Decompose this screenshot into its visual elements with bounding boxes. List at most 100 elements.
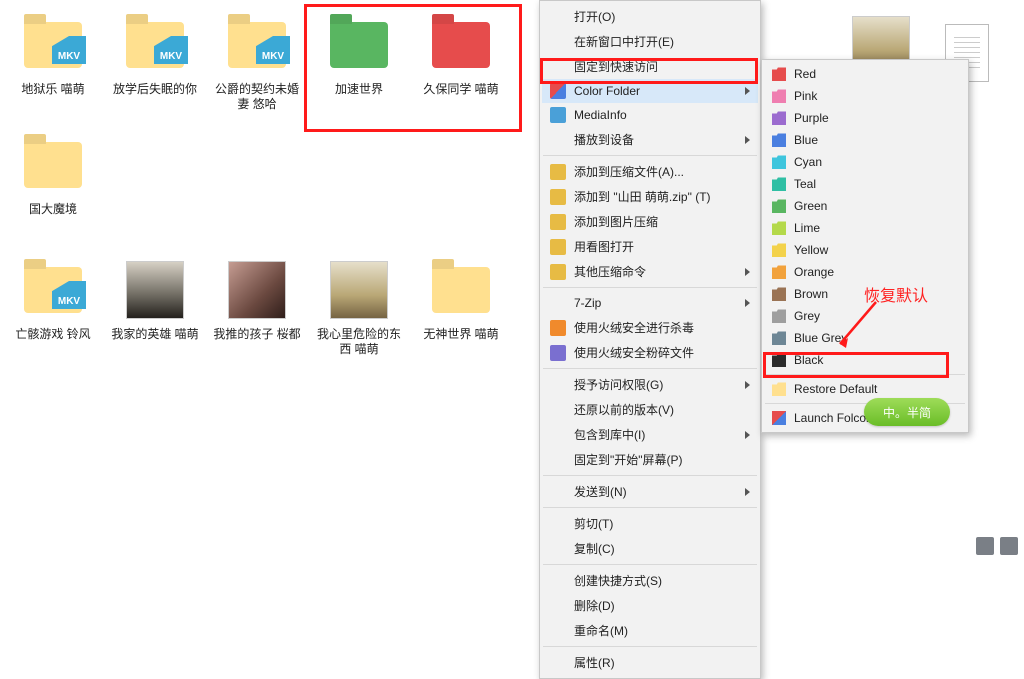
color-option-label: Blue — [794, 133, 818, 147]
menu-separator — [543, 507, 757, 508]
folder-item[interactable]: MKV 放学后失眠的你 — [108, 12, 202, 112]
folder-color-swatch-icon — [772, 353, 786, 367]
folder-color-swatch-icon — [772, 111, 786, 125]
menu-copy[interactable]: 复制(C) — [542, 536, 758, 561]
menu-open[interactable]: 打开(O) — [542, 4, 758, 29]
menu-send-to[interactable]: 发送到(N) — [542, 479, 758, 504]
menu-separator — [543, 287, 757, 288]
folder-label: 国大魔境 — [29, 202, 77, 217]
color-option-label: Cyan — [794, 155, 822, 169]
menu-7zip[interactable]: 7-Zip — [542, 291, 758, 315]
menu-huorong-scan[interactable]: 使用火绒安全进行杀毒 — [542, 315, 758, 340]
color-option-black[interactable]: Black — [764, 349, 966, 371]
submenu-arrow-icon — [745, 136, 750, 144]
mkv-badge-icon: MKV — [256, 36, 290, 64]
menu-include-library[interactable]: 包含到库中(I) — [542, 422, 758, 447]
color-folder-icon — [550, 83, 566, 99]
menu-pin-start[interactable]: 固定到"开始"屏幕(P) — [542, 447, 758, 472]
folder-color-swatch-icon — [772, 89, 786, 103]
color-option-green[interactable]: Green — [764, 195, 966, 217]
folder-label: 无神世界 喵萌 — [423, 327, 498, 342]
menu-add-archive[interactable]: 添加到压缩文件(A)... — [542, 159, 758, 184]
color-option-blue-grey[interactable]: Blue Grey — [764, 327, 966, 349]
color-option-orange[interactable]: Orange — [764, 261, 966, 283]
color-option-label: Yellow — [794, 243, 828, 257]
color-option-label: Green — [794, 199, 827, 213]
color-option-label: Red — [794, 67, 816, 81]
folder-label: 加速世界 — [335, 82, 383, 97]
menu-add-img-zip[interactable]: 添加到图片压缩 — [542, 209, 758, 234]
menu-grant-access[interactable]: 授予访问权限(G) — [542, 372, 758, 397]
color-option-label: Blue Grey — [794, 331, 847, 345]
folder-item[interactable]: 无神世界 喵萌 — [414, 257, 508, 357]
menu-properties[interactable]: 属性(R) — [542, 650, 758, 675]
color-option-label: Lime — [794, 221, 820, 235]
color-option-grey[interactable]: Grey — [764, 305, 966, 327]
menu-label: 重命名(M) — [574, 622, 628, 639]
folder-item[interactable]: MKV 地狱乐 喵萌 — [6, 12, 100, 112]
folder-item[interactable]: 我家的英雄 喵萌 — [108, 257, 202, 357]
menu-label: 添加到压缩文件(A)... — [574, 163, 684, 180]
menu-other-zip[interactable]: 其他压缩命令 — [542, 259, 758, 284]
folder-item[interactable]: 加速世界 — [312, 12, 406, 112]
menu-separator — [543, 155, 757, 156]
menu-open-new-window[interactable]: 在新窗口中打开(E) — [542, 29, 758, 54]
menu-restore-previous[interactable]: 还原以前的版本(V) — [542, 397, 758, 422]
menu-rename[interactable]: 重命名(M) — [542, 618, 758, 643]
menu-play-to-device[interactable]: 播放到设备 — [542, 127, 758, 152]
color-option-purple[interactable]: Purple — [764, 107, 966, 129]
image-viewer-icon — [550, 239, 566, 255]
tray-icon[interactable] — [1000, 537, 1018, 555]
context-menu: 打开(O) 在新窗口中打开(E) 固定到快速访问 Color Folder Me… — [539, 0, 761, 679]
ime-badge[interactable]: 中。半简 — [864, 398, 950, 426]
menu-label: Restore Default — [794, 382, 877, 396]
menu-label: 播放到设备 — [574, 131, 634, 148]
color-option-yellow[interactable]: Yellow — [764, 239, 966, 261]
color-restore-default[interactable]: Restore Default — [764, 378, 966, 400]
menu-label: 固定到"开始"屏幕(P) — [574, 451, 683, 468]
color-folder-submenu: Red Pink Purple Blue Cyan Teal Green Lime Yellow… — [761, 59, 969, 433]
color-option-brown[interactable]: Brown — [764, 283, 966, 305]
color-option-label: Grey — [794, 309, 820, 323]
menu-label: 7-Zip — [574, 296, 601, 310]
menu-label: 用看图打开 — [574, 238, 634, 255]
menu-separator — [765, 374, 965, 375]
menu-mediainfo[interactable]: MediaInfo — [542, 103, 758, 127]
folcolor-app-icon — [772, 411, 786, 425]
folder-item[interactable]: 我心里危险的东西 喵萌 — [312, 257, 406, 357]
folder-color-swatch-icon — [772, 265, 786, 279]
menu-label: 创建快捷方式(S) — [574, 572, 662, 589]
folder-item[interactable]: MKV 亡骸游戏 铃风 — [6, 257, 100, 357]
menu-label: Color Folder — [574, 84, 640, 98]
menu-cut[interactable]: 剪切(T) — [542, 511, 758, 536]
menu-pin-quick-access[interactable]: 固定到快速访问 — [542, 54, 758, 79]
mediainfo-icon — [550, 107, 566, 123]
folder-item[interactable]: MKV 公爵的契约未婚妻 悠哈 — [210, 12, 304, 112]
menu-label: 授予访问权限(G) — [574, 376, 663, 393]
folder-label: 亡骸游戏 铃风 — [15, 327, 90, 342]
folder-label: 我推的孩子 桜都 — [213, 327, 300, 342]
folder-item[interactable]: 我推的孩子 桜都 — [210, 257, 304, 357]
color-option-pink[interactable]: Pink — [764, 85, 966, 107]
folder-item[interactable]: 久保同学 喵萌 — [414, 12, 508, 112]
menu-label: 使用火绒安全粉碎文件 — [574, 344, 694, 361]
menu-open-with-image-viewer[interactable]: 用看图打开 — [542, 234, 758, 259]
color-option-label: Teal — [794, 177, 816, 191]
color-option-teal[interactable]: Teal — [764, 173, 966, 195]
color-option-blue[interactable]: Blue — [764, 129, 966, 151]
folder-color-swatch-icon — [772, 331, 786, 345]
color-option-label: Pink — [794, 89, 817, 103]
menu-huorong-shred[interactable]: 使用火绒安全粉碎文件 — [542, 340, 758, 365]
color-option-red[interactable]: Red — [764, 63, 966, 85]
folder-item[interactable]: 国大魔境 — [6, 132, 100, 217]
menu-color-folder[interactable]: Color Folder — [542, 79, 758, 103]
color-option-cyan[interactable]: Cyan — [764, 151, 966, 173]
tray-icon[interactable] — [976, 537, 994, 555]
menu-delete[interactable]: 删除(D) — [542, 593, 758, 618]
menu-separator — [543, 475, 757, 476]
color-option-label: Brown — [794, 287, 828, 301]
menu-label: 复制(C) — [574, 540, 615, 557]
menu-create-shortcut[interactable]: 创建快捷方式(S) — [542, 568, 758, 593]
menu-add-zip[interactable]: 添加到 "山田 萌萌.zip" (T) — [542, 184, 758, 209]
color-option-lime[interactable]: Lime — [764, 217, 966, 239]
